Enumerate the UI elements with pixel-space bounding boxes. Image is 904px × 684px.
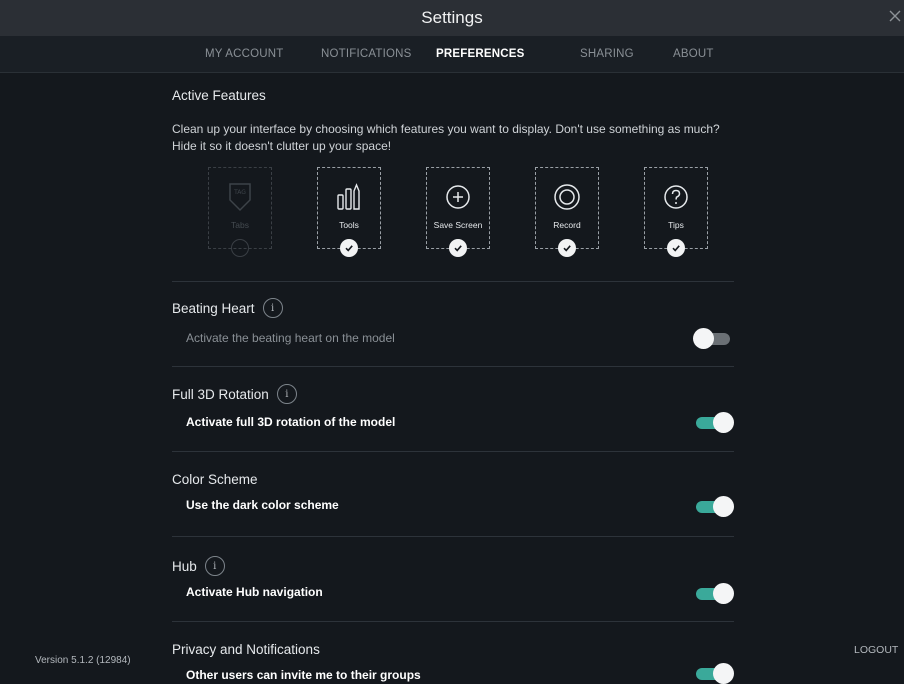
setting-color-scheme: Color Scheme	[172, 472, 258, 487]
tab-preferences[interactable]: PREFERENCES	[436, 48, 524, 60]
setting-hub-subtitle: Activate Hub navigation	[186, 585, 323, 599]
feature-record[interactable]: Record	[535, 167, 599, 257]
divider	[172, 621, 734, 622]
setting-beating-heart-subtitle: Activate the beating heart on the model	[186, 331, 395, 345]
full-3d-rotation-toggle[interactable]	[693, 411, 735, 433]
color-scheme-toggle[interactable]	[693, 495, 735, 517]
feature-record-check-icon[interactable]	[558, 239, 576, 257]
title-bar: Settings	[0, 0, 904, 36]
feature-tabs[interactable]: TAG Tabs	[208, 167, 272, 257]
record-icon	[536, 182, 598, 212]
tab-my-account[interactable]: MY ACCOUNT	[205, 48, 283, 60]
info-icon[interactable]: i	[204, 556, 225, 576]
feature-tips[interactable]: Tips	[644, 167, 708, 257]
toggle-knob	[713, 663, 734, 684]
setting-color-scheme-title: Color Scheme	[172, 472, 258, 487]
tools-icon	[318, 182, 380, 212]
divider	[172, 366, 734, 367]
logout-button[interactable]: LOGOUT	[854, 644, 898, 656]
version-label: Version 5.1.2 (12984)	[35, 655, 131, 666]
toggle-knob	[713, 412, 734, 433]
hub-toggle[interactable]	[693, 582, 735, 604]
tab-sharing[interactable]: SHARING	[580, 48, 634, 60]
question-icon	[645, 182, 707, 212]
toggle-knob	[693, 328, 714, 349]
settings-tabs: MY ACCOUNT NOTIFICATIONS PREFERENCES SHA…	[0, 36, 904, 73]
setting-beating-heart: Beating Heart i	[172, 298, 283, 318]
feature-record-label: Record	[553, 220, 581, 230]
setting-full-3d-rotation-title: Full 3D Rotation	[172, 386, 269, 402]
divider	[172, 281, 734, 282]
toggle-knob	[713, 496, 734, 517]
privacy-notifications-toggle[interactable]	[693, 662, 735, 684]
active-features-description: Clean up your interface by choosing whic…	[172, 122, 720, 153]
setting-hub-title: Hub	[172, 558, 197, 574]
window-title: Settings	[421, 8, 483, 27]
setting-privacy-notifications: Privacy and Notifications	[172, 642, 320, 657]
close-icon[interactable]	[884, 5, 904, 27]
active-features-title: Active Features	[172, 88, 266, 103]
setting-hub: Hub i	[172, 556, 225, 576]
feature-tabs-checkbox[interactable]	[231, 239, 249, 257]
setting-privacy-notifications-title: Privacy and Notifications	[172, 642, 320, 657]
tab-notifications[interactable]: NOTIFICATIONS	[321, 48, 412, 60]
setting-privacy-notifications-subtitle: Other users can invite me to their group…	[186, 668, 421, 682]
setting-full-3d-rotation-subtitle: Activate full 3D rotation of the model	[186, 415, 396, 429]
divider	[172, 536, 734, 537]
toggle-knob	[713, 583, 734, 604]
tab-about[interactable]: ABOUT	[673, 48, 714, 60]
feature-tips-check-icon[interactable]	[667, 239, 685, 257]
feature-tabs-label: Tabs	[231, 220, 249, 230]
setting-color-scheme-subtitle: Use the dark color scheme	[186, 498, 339, 512]
feature-tools-label: Tools	[339, 220, 359, 230]
beating-heart-toggle[interactable]	[693, 327, 735, 349]
feature-tools[interactable]: Tools	[317, 167, 381, 257]
feature-tips-label: Tips	[668, 220, 684, 230]
tag-icon: TAG	[209, 182, 271, 212]
svg-text:TAG: TAG	[233, 189, 246, 196]
setting-full-3d-rotation: Full 3D Rotation i	[172, 384, 297, 404]
feature-save-screen[interactable]: Save Screen	[426, 167, 490, 257]
setting-beating-heart-title: Beating Heart	[172, 300, 255, 316]
feature-save-screen-label: Save Screen	[433, 220, 483, 230]
divider	[172, 451, 734, 452]
feature-tools-check-icon[interactable]	[340, 239, 358, 257]
info-icon[interactable]: i	[262, 298, 283, 318]
plus-circle-icon	[427, 182, 489, 212]
info-icon[interactable]: i	[276, 384, 297, 404]
feature-save-screen-check-icon[interactable]	[449, 239, 467, 257]
